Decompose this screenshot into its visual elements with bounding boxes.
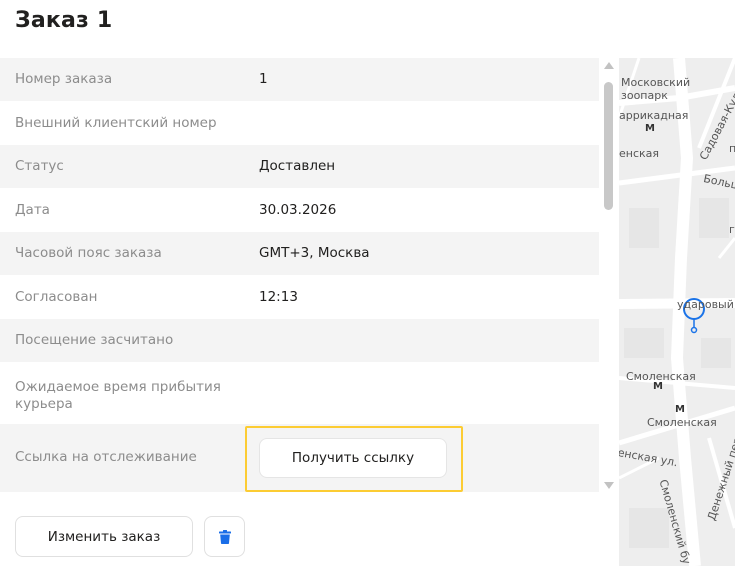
table-row: Согласован 12:13 [0, 275, 599, 319]
table-row: Дата 30.03.2026 [0, 188, 599, 232]
map-label: ударовый [677, 298, 734, 311]
table-scrollbar[interactable] [600, 58, 618, 492]
row-label-tracking-link: Ссылка на отслеживание [15, 449, 197, 465]
scrollbar-thumb[interactable] [604, 82, 613, 210]
row-label-order-number: Номер заказа [15, 71, 113, 87]
map-label: Московский [621, 76, 691, 89]
table-row: Посещение засчитано [0, 319, 599, 362]
map-label: енская [619, 147, 660, 160]
metro-icon: М [675, 404, 685, 415]
row-label-agreed: Согласован [15, 289, 98, 305]
row-label-visit-counted: Посещение засчитано [15, 332, 174, 348]
row-value-agreed: 12:13 [259, 289, 298, 305]
map-label: г [729, 223, 735, 236]
map-label: аррикадная [619, 109, 689, 122]
row-value-status: Доставлен [259, 158, 336, 174]
row-label-timezone: Часовой пояс заказа [15, 245, 162, 261]
get-link-button[interactable]: Получить ссылку [259, 438, 447, 478]
scroll-down-arrow-icon[interactable] [604, 482, 614, 489]
row-label-external-number: Внешний клиентский номер [15, 115, 217, 131]
metro-icon: М [645, 123, 655, 134]
table-row: Часовой пояс заказа GMT+3, Москва [0, 232, 599, 275]
table-row: Внешний клиентский номер [0, 101, 599, 145]
scroll-up-arrow-icon[interactable] [604, 62, 614, 69]
edit-order-button[interactable]: Изменить заказ [15, 516, 193, 557]
delivery-map[interactable]: Московский зоопарк аррикадная М енская С… [619, 58, 735, 566]
map-label: зоопарк [621, 89, 668, 102]
table-row: Ожидаемое время прибытия курьера [0, 362, 599, 424]
page-title: Заказ 1 [15, 8, 113, 33]
metro-icon: М [653, 381, 663, 392]
trash-icon [218, 529, 231, 544]
row-label-status: Статус [15, 158, 64, 174]
row-label-courier-eta: Ожидаемое время прибытия курьера [15, 379, 221, 412]
row-value-order-number: 1 [259, 71, 268, 87]
map-label: п [729, 142, 735, 155]
table-row: Статус Доставлен [0, 145, 599, 188]
row-value-timezone: GMT+3, Москва [259, 245, 370, 261]
delete-order-button[interactable] [204, 516, 245, 557]
map-label: Смоленская [647, 416, 717, 429]
row-value-date: 30.03.2026 [259, 202, 337, 218]
row-label-date: Дата [15, 202, 50, 218]
table-row: Номер заказа 1 [0, 58, 599, 101]
